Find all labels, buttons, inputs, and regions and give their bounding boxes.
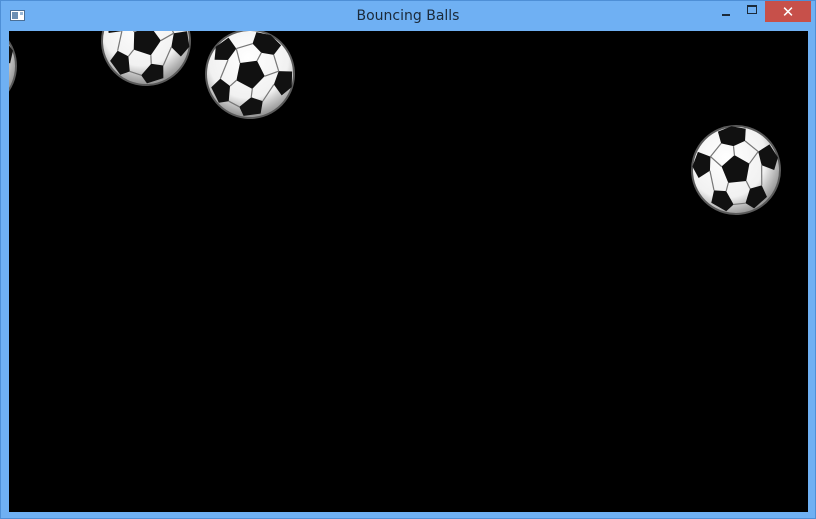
soccer-ball-icon	[9, 31, 18, 112]
app-window: Bouncing Balls ✕	[0, 0, 816, 519]
minimize-button[interactable]	[714, 1, 738, 22]
window-title: Bouncing Balls	[356, 8, 460, 24]
maximize-button[interactable]	[740, 1, 764, 22]
animation-canvas[interactable]	[9, 31, 808, 512]
title-bar[interactable]: Bouncing Balls ✕	[1, 1, 815, 31]
soccer-ball-icon	[690, 124, 782, 216]
maximize-icon	[747, 5, 757, 14]
close-icon: ✕	[781, 2, 795, 21]
minimize-icon	[722, 13, 730, 16]
soccer-ball-icon	[204, 31, 296, 120]
close-button[interactable]: ✕	[765, 1, 811, 22]
soccer-ball-icon	[100, 31, 192, 87]
